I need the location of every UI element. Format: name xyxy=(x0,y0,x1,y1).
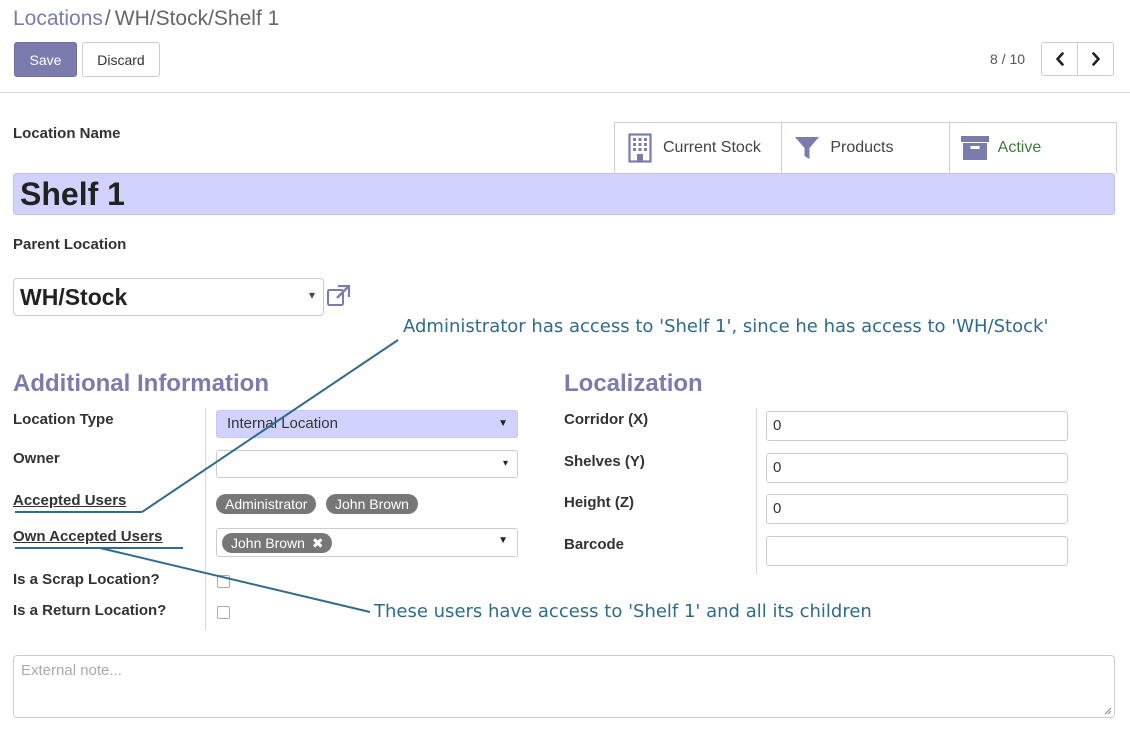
breadcrumb: Locations/WH/Stock/Shelf 1 xyxy=(13,7,279,31)
external-note-placeholder: External note... xyxy=(21,662,122,679)
own-accepted-user-tag: John Brown ✖ xyxy=(222,533,332,553)
own-accepted-user-tag-label: John Brown xyxy=(231,535,305,551)
additional-information-title: Additional Information xyxy=(13,370,269,397)
height-label: Height (Z) xyxy=(564,494,634,511)
external-link-icon[interactable] xyxy=(326,284,352,307)
accepted-user-tag: Administrator xyxy=(216,494,317,514)
breadcrumb-locations-link[interactable]: Locations xyxy=(13,7,103,30)
save-button[interactable]: Save xyxy=(14,42,77,77)
products-button[interactable]: Products xyxy=(782,123,950,173)
building-icon xyxy=(625,133,655,163)
location-type-caret-icon: ▼ xyxy=(498,418,508,429)
current-stock-label: Current Stock xyxy=(663,139,761,156)
parent-location-select[interactable]: WH/Stock xyxy=(13,278,324,316)
corridor-input[interactable]: 0 xyxy=(766,411,1068,441)
location-type-select[interactable]: Internal Location ▼ xyxy=(216,410,518,438)
parent-location-caret-icon[interactable]: ▾ xyxy=(309,288,315,302)
localization-title: Localization xyxy=(564,370,703,397)
localization-divider xyxy=(756,408,757,574)
annotation-accepted-users: Administrator has access to 'Shelf 1', s… xyxy=(403,316,1049,337)
breadcrumb-separator: / xyxy=(104,7,111,30)
archive-icon xyxy=(960,133,990,163)
button-box: Current Stock Products Active xyxy=(614,122,1117,173)
height-input[interactable]: 0 xyxy=(766,494,1068,524)
active-label: Active xyxy=(997,139,1042,156)
breadcrumb-current: WH/Stock/Shelf 1 xyxy=(114,7,280,30)
owner-select[interactable]: ▾ xyxy=(216,450,518,478)
scrap-location-label: Is a Scrap Location? xyxy=(13,571,160,588)
active-toggle-button[interactable]: Active xyxy=(950,123,1116,173)
accepted-users-label: Accepted Users xyxy=(13,492,127,509)
additional-info-divider xyxy=(205,408,206,630)
owner-label: Owner xyxy=(13,450,60,467)
location-type-value: Internal Location xyxy=(227,415,338,432)
chevron-right-icon xyxy=(1091,52,1100,66)
location-name-label: Location Name xyxy=(13,125,121,142)
pager-next-button[interactable] xyxy=(1077,42,1114,76)
pager-value: 8 / 10 xyxy=(990,51,1026,67)
external-note-textarea[interactable]: External note... xyxy=(13,655,1115,718)
resize-grip-icon[interactable] xyxy=(1103,706,1112,715)
discard-button[interactable]: Discard xyxy=(82,42,160,77)
scrap-location-checkbox[interactable] xyxy=(217,575,230,588)
location-name-input[interactable]: Shelf 1 xyxy=(13,173,1115,215)
current-stock-button[interactable]: Current Stock xyxy=(615,123,783,173)
parent-location-label: Parent Location xyxy=(13,236,127,253)
remove-tag-icon[interactable]: ✖ xyxy=(312,535,324,551)
pager-previous-button[interactable] xyxy=(1041,42,1078,76)
corridor-label: Corridor (X) xyxy=(564,411,649,428)
return-location-checkbox[interactable] xyxy=(217,606,230,619)
barcode-label: Barcode xyxy=(564,536,625,553)
own-accepted-users-caret-icon: ▼ xyxy=(498,535,508,546)
location-type-label: Location Type xyxy=(13,411,114,428)
filter-icon xyxy=(792,133,822,163)
chevron-left-icon xyxy=(1055,52,1064,66)
annotation-own-accepted-users: These users have access to 'Shelf 1' and… xyxy=(374,601,872,622)
shelves-label: Shelves (Y) xyxy=(564,453,645,470)
accepted-user-tag: John Brown xyxy=(326,494,418,514)
barcode-input[interactable] xyxy=(766,536,1068,566)
owner-caret-icon: ▾ xyxy=(502,458,508,469)
control-panel: Locations/WH/Stock/Shelf 1 Save Discard … xyxy=(0,0,1130,93)
own-accepted-users-label: Own Accepted Users xyxy=(13,528,163,545)
shelves-input[interactable]: 0 xyxy=(766,453,1068,483)
products-label: Products xyxy=(830,139,894,156)
return-location-label: Is a Return Location? xyxy=(13,602,167,619)
